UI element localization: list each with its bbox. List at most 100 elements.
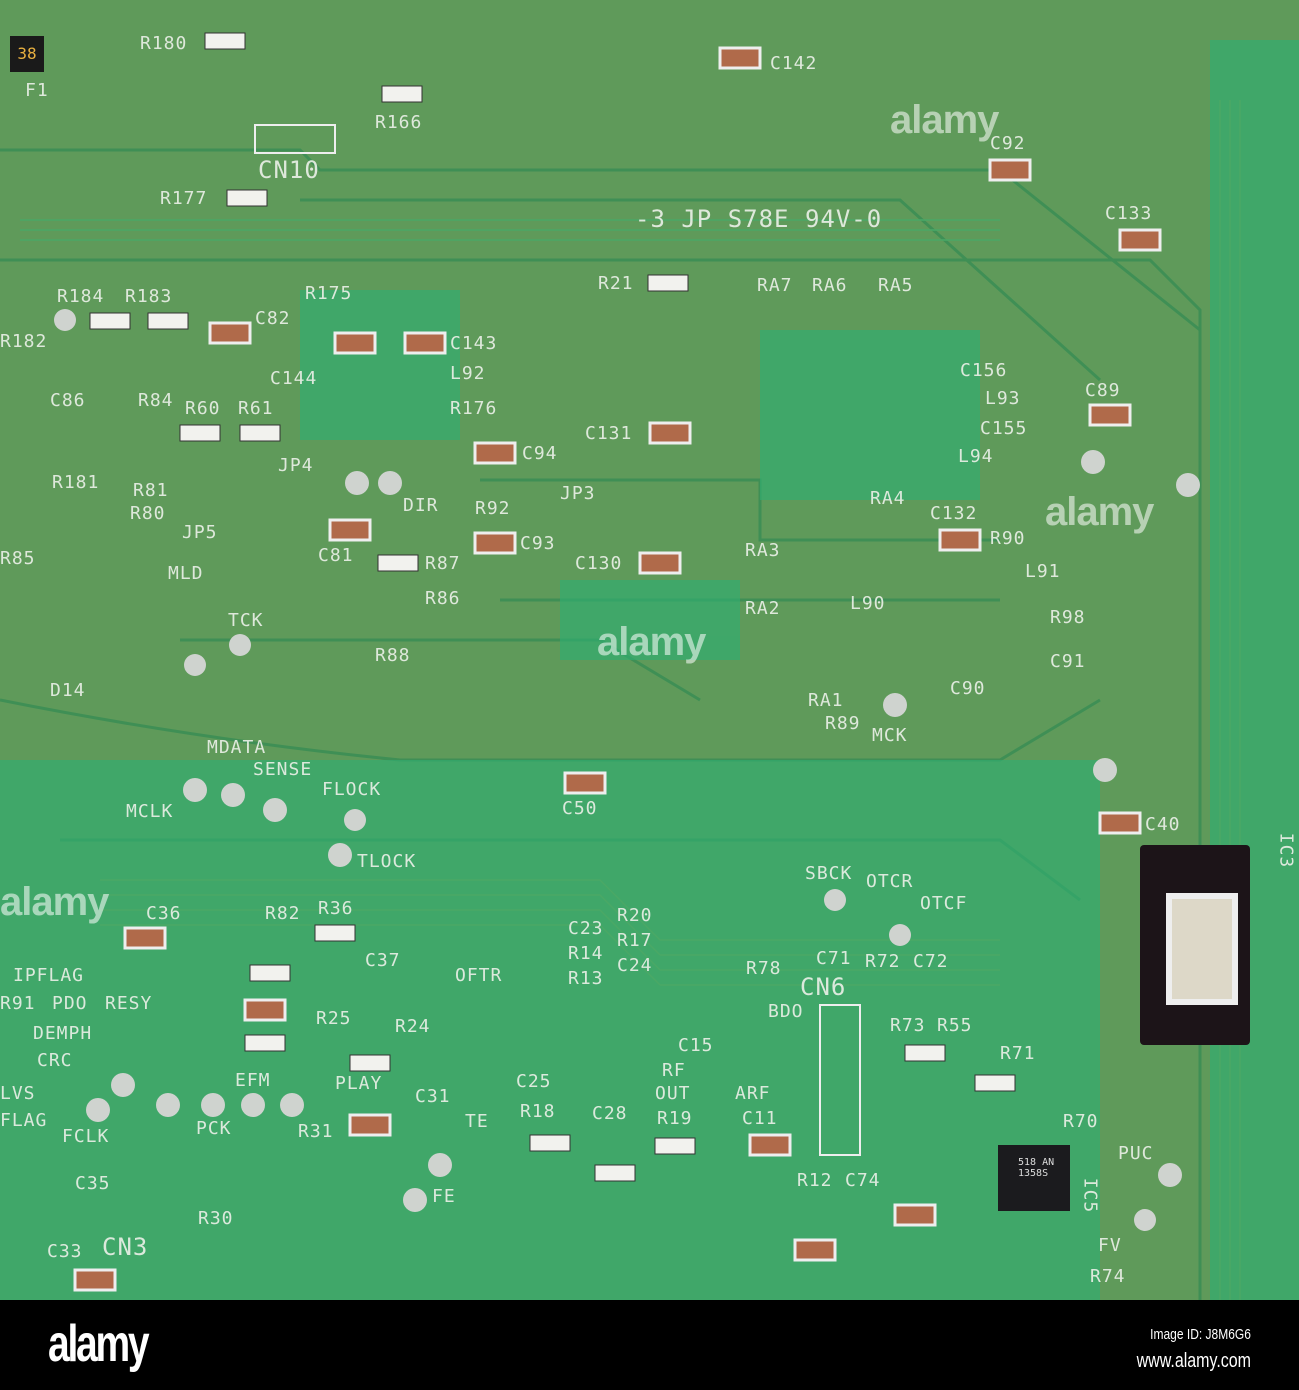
label: R18 [520, 1101, 556, 1122]
label: SBCK [805, 863, 853, 884]
label: C143 [450, 333, 498, 354]
label: RA3 [745, 540, 781, 561]
label: F1 [25, 80, 49, 101]
label: RA5 [878, 275, 914, 296]
label: C50 [562, 798, 598, 819]
label: PCK [196, 1118, 232, 1139]
label: CN10 [258, 156, 320, 184]
label: C131 [585, 423, 633, 444]
label: R17 [617, 930, 653, 951]
label: C90 [950, 678, 986, 699]
label: R14 [568, 943, 604, 964]
label: L90 [850, 593, 886, 614]
label: R25 [316, 1008, 352, 1029]
label: R82 [265, 903, 301, 924]
label: R61 [238, 398, 274, 419]
label: R88 [375, 645, 411, 666]
label: R31 [298, 1121, 334, 1142]
label: R89 [825, 713, 861, 734]
label: R175 [305, 283, 353, 304]
mask-region [760, 330, 980, 500]
label: C74 [845, 1170, 881, 1191]
label: R36 [318, 898, 354, 919]
label: R70 [1063, 1111, 1099, 1132]
label: R181 [52, 472, 100, 493]
image-id: Image ID: J8M6G6 [1150, 1326, 1251, 1343]
watermark-footer: alamy Image ID: J8M6G6 www.alamy.com [0, 1300, 1299, 1390]
label: CN6 [800, 973, 847, 1001]
label: RF [662, 1060, 686, 1081]
label: C89 [1085, 380, 1121, 401]
label: RA2 [745, 598, 781, 619]
label: R84 [138, 390, 174, 411]
label: PUC [1118, 1143, 1154, 1164]
label: C37 [365, 950, 401, 971]
label: RESY [105, 993, 153, 1014]
alamy-logo: alamy [48, 1315, 150, 1373]
label: L91 [1025, 561, 1061, 582]
label: OTCR [866, 871, 914, 892]
label: MDATA [207, 737, 267, 758]
label: R55 [937, 1015, 973, 1036]
label: C144 [270, 368, 318, 389]
label: R72 [865, 951, 901, 972]
label: C142 [770, 53, 818, 74]
label: IC5 [1079, 1177, 1101, 1214]
label: FLAG [0, 1110, 48, 1131]
label: TCK [228, 610, 264, 631]
label: C25 [516, 1071, 552, 1092]
label: C24 [617, 955, 653, 976]
label: C81 [318, 545, 354, 566]
label: JP4 [278, 455, 314, 476]
label: PDO [52, 993, 88, 1014]
label: C133 [1105, 203, 1153, 224]
watermark-overlay: alamy [1045, 490, 1154, 534]
label: FV [1098, 1235, 1122, 1256]
label: PLAY [335, 1073, 383, 1094]
watermark-overlay: alamy [0, 880, 109, 924]
label: CRC [37, 1050, 73, 1071]
label: R92 [475, 498, 511, 519]
label: C130 [575, 553, 623, 574]
label: OFTR [455, 965, 503, 986]
label: LVS [0, 1083, 36, 1104]
ic3-chip [1140, 845, 1250, 1045]
label: R177 [160, 188, 208, 209]
label: C156 [960, 360, 1008, 381]
label: SENSE [253, 759, 313, 780]
label: L92 [450, 363, 486, 384]
label: MCK [872, 725, 908, 746]
label: R182 [0, 331, 48, 352]
label: RA4 [870, 488, 906, 509]
label: EFM [235, 1070, 271, 1091]
label: R12 [797, 1170, 833, 1191]
label: JP3 [560, 483, 596, 504]
label: C93 [520, 533, 556, 554]
label: R73 [890, 1015, 926, 1036]
label: D14 [50, 680, 86, 701]
label: TLOCK [357, 851, 417, 872]
label: OUT [655, 1083, 691, 1104]
label: OTCF [920, 893, 968, 914]
label: IC3 [1275, 832, 1297, 869]
label: C86 [50, 390, 86, 411]
label: R166 [375, 112, 423, 133]
label: C35 [75, 1173, 111, 1194]
label: C91 [1050, 651, 1086, 672]
label: BDO [768, 1001, 804, 1022]
label: R176 [450, 398, 498, 419]
label: R180 [140, 33, 188, 54]
label: R81 [133, 480, 169, 501]
label: RA1 [808, 690, 844, 711]
label: TE [465, 1111, 489, 1132]
label: C155 [980, 418, 1028, 439]
label: C82 [255, 308, 291, 329]
label: RA7 [757, 275, 793, 296]
mask-region [300, 290, 460, 440]
ic5-marking: 518 AN 1358S [1018, 1157, 1055, 1179]
label: C23 [568, 918, 604, 939]
mask-region [1210, 40, 1299, 1300]
label: R71 [1000, 1043, 1036, 1064]
label: C72 [913, 951, 949, 972]
label: R19 [657, 1108, 693, 1129]
